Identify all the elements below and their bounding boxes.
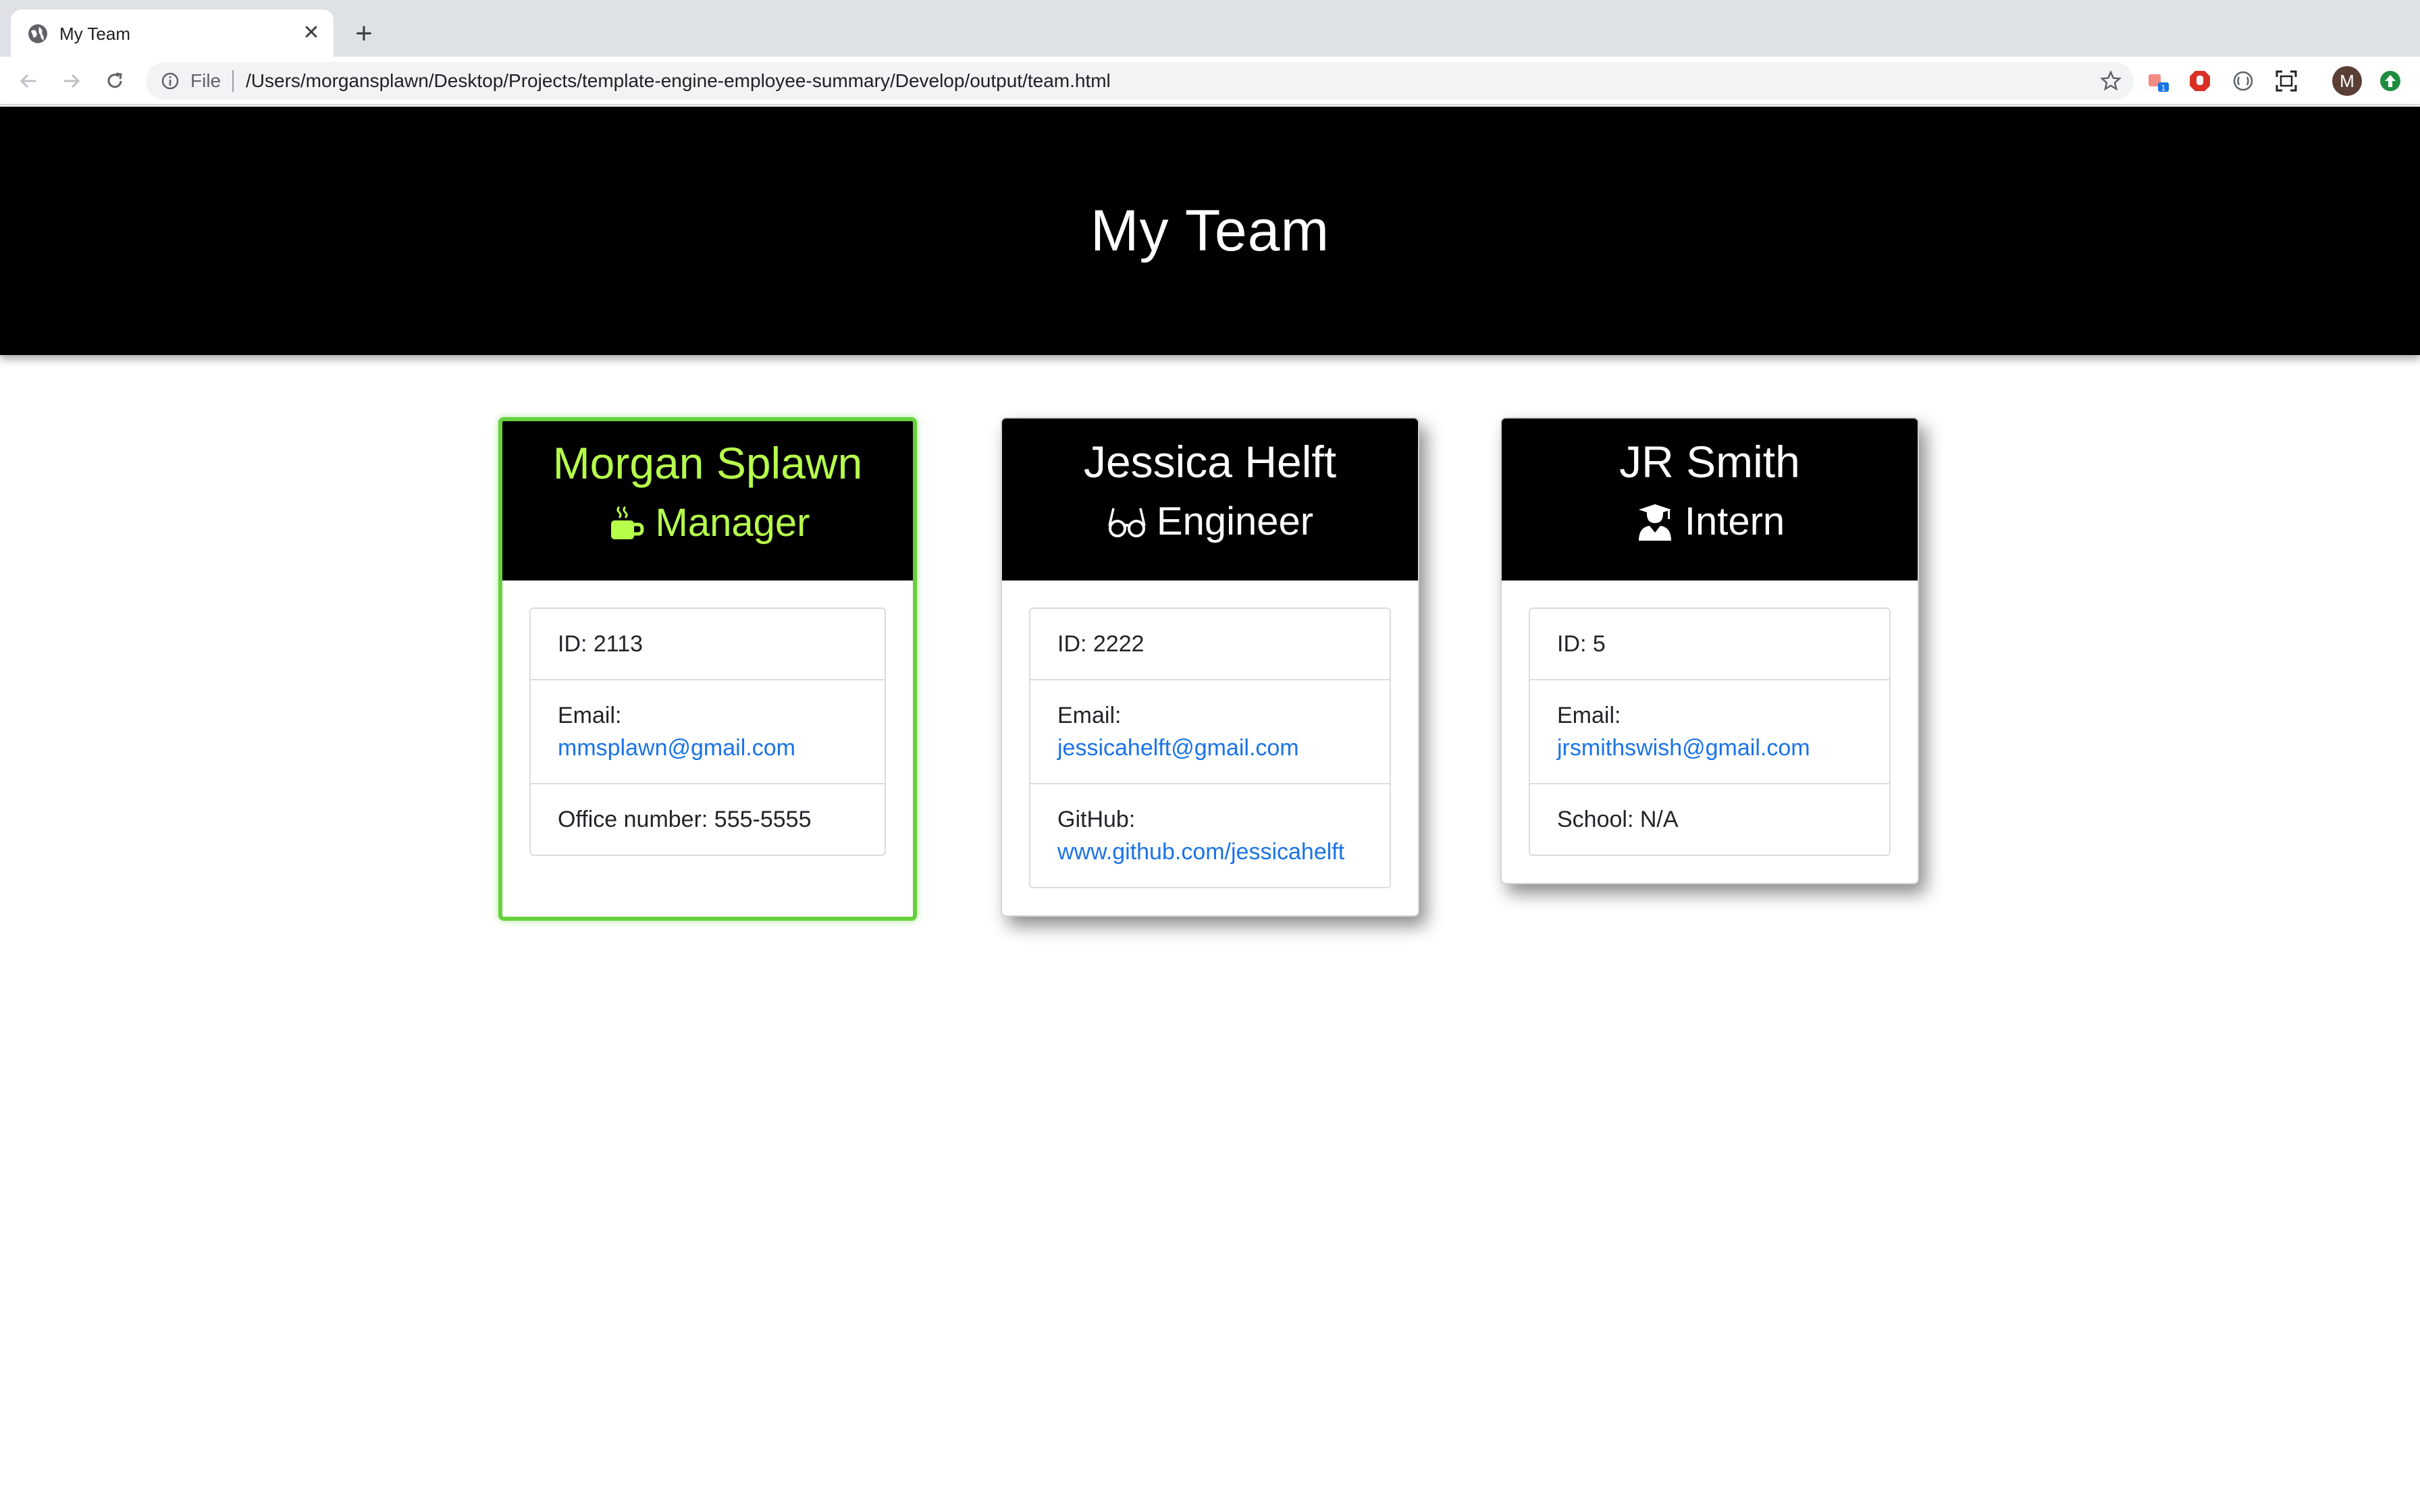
new-tab-button[interactable]: + xyxy=(347,19,381,49)
employee-email-row: Email: jessicahelft@gmail.com xyxy=(1030,679,1390,783)
employee-role: Manager xyxy=(502,500,913,547)
github-link[interactable]: www.github.com/jessicahelft xyxy=(1057,836,1363,868)
role-label: Intern xyxy=(1684,500,1785,543)
address-bar[interactable]: File /Users/morgansplawn/Desktop/Project… xyxy=(146,62,2134,100)
adblock-icon[interactable] xyxy=(2188,69,2212,93)
role-label: Manager xyxy=(655,501,810,545)
svg-text:1: 1 xyxy=(2161,84,2166,92)
intern-card: JR Smith Intern ID: 5 Email: jrsmithswis… xyxy=(1500,417,1919,884)
arrow-left-icon xyxy=(20,74,36,88)
card-body: ID: 2222 Email: jessicahelft@gmail.com G… xyxy=(1002,580,1418,915)
page-header: My Team xyxy=(0,107,2420,355)
url-text[interactable]: /Users/morgansplawn/Desktop/Projects/tem… xyxy=(246,70,1111,92)
reload-icon xyxy=(107,72,122,88)
employee-details: ID: 2222 Email: jessicahelft@gmail.com G… xyxy=(1029,608,1391,888)
role-label: Engineer xyxy=(1156,500,1314,543)
employee-role: Engineer xyxy=(1002,498,1418,545)
email-link[interactable]: jessicahelft@gmail.com xyxy=(1057,735,1299,761)
back-button[interactable] xyxy=(14,66,43,96)
card-body: ID: 2113 Email: mmsplawn@gmail.com Offic… xyxy=(502,580,913,917)
coffee-mug-icon xyxy=(610,506,644,539)
close-tab-icon[interactable]: ✕ xyxy=(300,22,323,45)
employee-id: ID: 5 xyxy=(1557,631,1606,657)
engineer-card: Jessica Helft Engineer ID: 2222 Email: j… xyxy=(1001,417,1419,917)
github-row: GitHub: www.github.com/jessicahelft xyxy=(1030,783,1390,887)
extension-puzzle-icon[interactable]: 1 xyxy=(2146,69,2170,93)
forward-button[interactable] xyxy=(57,66,86,96)
employee-details: ID: 5 Email: jrsmithswish@gmail.com Scho… xyxy=(1529,608,1891,856)
school: School: N/A xyxy=(1530,783,1889,855)
employee-id: ID: 2113 xyxy=(558,631,643,657)
card-body: ID: 5 Email: jrsmithswish@gmail.com Scho… xyxy=(1502,580,1918,883)
employee-email-row: Email: jrsmithswish@gmail.com xyxy=(1530,679,1889,783)
employee-name: Jessica Helft xyxy=(1083,437,1337,487)
glasses-icon xyxy=(1108,508,1146,537)
screenshot-icon[interactable] xyxy=(2274,69,2298,93)
email-link[interactable]: jrsmithswish@gmail.com xyxy=(1557,732,1862,764)
address-separator xyxy=(232,70,234,92)
browser-toolbar: File /Users/morgansplawn/Desktop/Project… xyxy=(0,57,2420,105)
email-label: Email: xyxy=(1557,703,1621,728)
globe-icon xyxy=(28,24,47,43)
extension-circle-icon[interactable] xyxy=(2231,69,2255,93)
info-icon[interactable] xyxy=(161,72,180,90)
employee-id: ID: 2222 xyxy=(1057,631,1145,657)
github-label: GitHub: xyxy=(1057,807,1136,832)
star-icon[interactable] xyxy=(2100,70,2122,92)
email-link[interactable]: mmsplawn@gmail.com xyxy=(558,735,795,761)
browser-tabstrip: My Team ✕ + xyxy=(0,0,2420,57)
tab-title: My Team xyxy=(59,24,130,44)
profile-avatar[interactable]: M xyxy=(2332,66,2362,96)
url-scheme-label: File xyxy=(190,70,221,91)
employee-role: Intern xyxy=(1502,498,1918,545)
reload-button[interactable] xyxy=(100,66,130,96)
card-header: Morgan Splawn Manager xyxy=(502,421,913,580)
employee-name: Morgan Splawn xyxy=(552,438,863,488)
arrow-right-icon xyxy=(64,74,80,88)
update-arrow-icon[interactable] xyxy=(2378,69,2402,93)
page-title: My Team xyxy=(1090,198,1330,263)
employee-email-row: Email: mmsplawn@gmail.com xyxy=(531,679,885,783)
email-label: Email: xyxy=(1057,703,1122,728)
card-header: JR Smith Intern xyxy=(1502,418,1918,580)
office-number: Office number: 555-5555 xyxy=(531,783,885,855)
graduate-icon xyxy=(1638,504,1671,541)
employee-details: ID: 2113 Email: mmsplawn@gmail.com Offic… xyxy=(529,608,886,856)
employee-name: JR Smith xyxy=(1619,437,1800,487)
manager-card: Morgan Splawn Manager ID: 2113 Email: mm… xyxy=(498,417,917,921)
card-header: Jessica Helft Engineer xyxy=(1002,418,1418,580)
email-label: Email: xyxy=(558,703,622,728)
browser-tab[interactable]: My Team ✕ xyxy=(11,9,334,57)
